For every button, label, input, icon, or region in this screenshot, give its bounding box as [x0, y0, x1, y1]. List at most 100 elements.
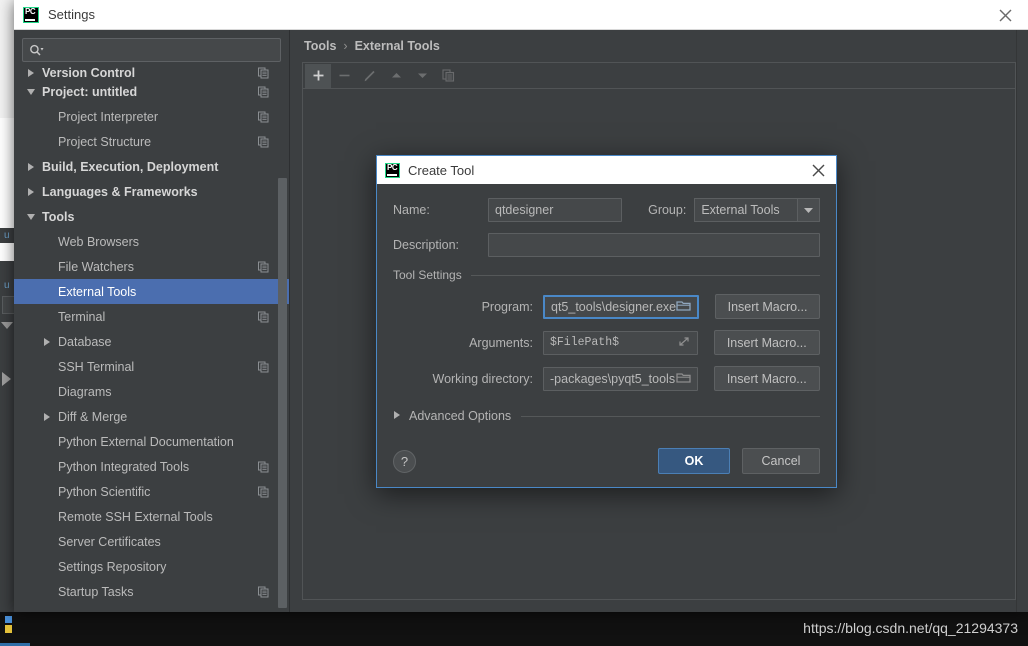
- add-button[interactable]: [305, 63, 331, 88]
- sidebar-item-diff-merge[interactable]: Diff & Merge: [14, 404, 289, 429]
- sidebar-item-project-untitled[interactable]: Project: untitled: [14, 79, 289, 104]
- chevron-right-icon: [393, 407, 402, 425]
- sidebar-item-label: Server Certificates: [58, 534, 161, 549]
- dialog-titlebar: PC Create Tool: [377, 156, 836, 184]
- sidebar-item-external-tools[interactable]: External Tools: [14, 279, 289, 304]
- copy-settings-icon[interactable]: [258, 136, 269, 147]
- advanced-divider: [521, 415, 820, 417]
- sidebar-item-diagrams[interactable]: Diagrams: [14, 379, 289, 404]
- copy-settings-icon[interactable]: [258, 461, 269, 472]
- sidebar-item-project-interpreter[interactable]: Project Interpreter: [14, 104, 289, 129]
- copy-settings-icon[interactable]: [258, 361, 269, 372]
- sidebar-item-build-execution-deployment[interactable]: Build, Execution, Deployment: [14, 154, 289, 179]
- working-directory-row: Working directory: -packages\pyqt5_tools…: [393, 366, 820, 391]
- arguments-insert-macro-button[interactable]: Insert Macro...: [713, 330, 820, 355]
- copy-settings-icon[interactable]: [258, 586, 269, 597]
- remove-button[interactable]: [331, 64, 357, 88]
- group-label: Group:: [648, 203, 687, 217]
- sidebar-item-label: Python External Documentation: [58, 434, 234, 449]
- move-down-button[interactable]: [409, 64, 435, 88]
- search-input[interactable]: [22, 38, 281, 62]
- copy-button[interactable]: [435, 64, 461, 88]
- sidebar-item-tools[interactable]: Tools: [14, 204, 289, 229]
- sidebar-item-python-integrated-tools[interactable]: Python Integrated Tools: [14, 454, 289, 479]
- sidebar-item-label: Build, Execution, Deployment: [42, 159, 219, 174]
- sidebar-item-ssh-terminal[interactable]: SSH Terminal: [14, 354, 289, 379]
- program-field[interactable]: qt5_tools\designer.exe: [543, 294, 700, 319]
- expand-editor-icon[interactable]: [677, 335, 691, 351]
- chevron-right-icon[interactable]: [40, 410, 54, 424]
- sidebar-item-label: SSH Terminal: [58, 359, 135, 374]
- folder-browse-icon[interactable]: [676, 299, 691, 315]
- sidebar-scrollbar-thumb[interactable]: [278, 178, 287, 608]
- external-tools-toolbar: [302, 62, 1016, 88]
- sidebar-item-label: Diff & Merge: [58, 409, 128, 424]
- content-scrollbar[interactable]: [1016, 30, 1028, 612]
- chevron-down-icon[interactable]: [24, 85, 38, 99]
- sidebar-item-terminal[interactable]: Terminal: [14, 304, 289, 329]
- chevron-right-icon[interactable]: [24, 66, 38, 79]
- chevron-right-icon[interactable]: [24, 185, 38, 199]
- copy-settings-icon[interactable]: [258, 111, 269, 122]
- copy-settings-icon[interactable]: [258, 67, 269, 78]
- breadcrumb-parent[interactable]: Tools: [304, 39, 336, 53]
- close-icon: [812, 164, 824, 176]
- sidebar-item-settings-repository[interactable]: Settings Repository: [14, 554, 289, 579]
- move-up-button[interactable]: [383, 64, 409, 88]
- chevron-down-icon[interactable]: [24, 210, 38, 224]
- group-select[interactable]: External Tools: [694, 198, 820, 222]
- working-directory-insert-macro-button[interactable]: Insert Macro...: [713, 366, 820, 391]
- taskbar-app-icon: [3, 614, 14, 636]
- sidebar-item-web-browsers[interactable]: Web Browsers: [14, 229, 289, 254]
- minus-icon: [339, 74, 349, 77]
- sidebar-item-languages-frameworks[interactable]: Languages & Frameworks: [14, 179, 289, 204]
- ok-button[interactable]: OK: [658, 448, 730, 474]
- cancel-button[interactable]: Cancel: [742, 448, 820, 474]
- tool-settings-section-header: Tool Settings: [393, 268, 820, 282]
- working-directory-field[interactable]: -packages\pyqt5_tools: [543, 366, 698, 391]
- copy-settings-icon[interactable]: [258, 261, 269, 272]
- arguments-field[interactable]: $FilePath$: [543, 330, 698, 355]
- sidebar-item-remote-ssh-external-tools[interactable]: Remote SSH External Tools: [14, 504, 289, 529]
- sidebar-item-file-watchers[interactable]: File Watchers: [14, 254, 289, 279]
- advanced-options-toggle[interactable]: Advanced Options: [393, 407, 820, 425]
- background-glyph-u1: u: [4, 230, 10, 241]
- arguments-value: $FilePath$: [550, 336, 620, 349]
- background-glyph-u2: u: [4, 280, 10, 291]
- sidebar-item-label: Python Scientific: [58, 484, 151, 499]
- working-directory-value: -packages\pyqt5_tools: [550, 371, 676, 386]
- folder-browse-icon[interactable]: [675, 371, 691, 387]
- sidebar-item-database[interactable]: Database: [14, 329, 289, 354]
- description-row: Description:: [393, 233, 820, 257]
- sidebar-item-server-certificates[interactable]: Server Certificates: [14, 529, 289, 554]
- program-insert-macro-button[interactable]: Insert Macro...: [715, 294, 820, 319]
- tool-settings-label: Tool Settings: [393, 268, 462, 282]
- sidebar-item-version-control[interactable]: Version Control: [14, 66, 289, 79]
- program-value: qt5_tools\designer.exe: [551, 299, 677, 314]
- sidebar-item-startup-tasks[interactable]: Startup Tasks: [14, 579, 289, 604]
- copy-settings-icon[interactable]: [258, 486, 269, 497]
- advanced-options-label: Advanced Options: [409, 409, 512, 423]
- sidebar-item-python-external-documentation[interactable]: Python External Documentation: [14, 429, 289, 454]
- copy-settings-icon[interactable]: [258, 86, 269, 97]
- dialog-close-button[interactable]: [808, 161, 828, 179]
- watermark-text: https://blog.csdn.net/qq_21294373: [803, 620, 1018, 636]
- chevron-right-icon[interactable]: [40, 335, 54, 349]
- plus-icon: [313, 70, 323, 81]
- description-field[interactable]: [488, 233, 820, 257]
- sidebar-item-python-scientific[interactable]: Python Scientific: [14, 479, 289, 504]
- sidebar-item-label: Tools: [42, 209, 75, 224]
- sidebar-item-project-structure[interactable]: Project Structure: [14, 129, 289, 154]
- name-field[interactable]: qtdesigner: [488, 198, 623, 222]
- program-label: Program:: [481, 299, 533, 314]
- copy-settings-icon[interactable]: [258, 311, 269, 322]
- name-label: Name:: [393, 203, 430, 217]
- chevron-right-icon[interactable]: [24, 160, 38, 174]
- arguments-label: Arguments:: [469, 335, 533, 350]
- help-button[interactable]: ?: [393, 449, 416, 473]
- edit-button[interactable]: [357, 64, 383, 88]
- window-close-button[interactable]: [982, 0, 1028, 30]
